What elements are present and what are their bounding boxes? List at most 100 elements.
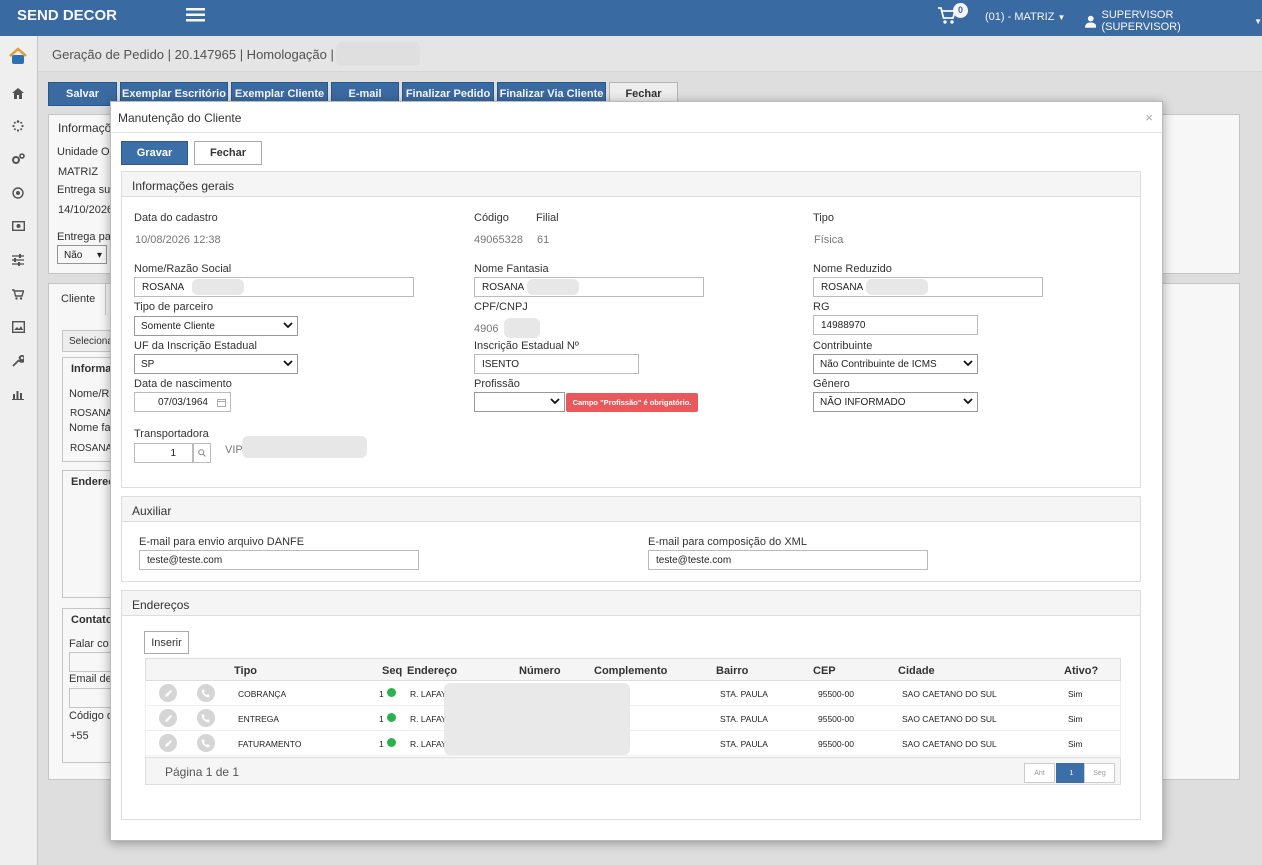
- next-page-button[interactable]: Seg: [1084, 763, 1115, 783]
- code-value: 49065328: [474, 234, 523, 246]
- col-number: Número: [519, 665, 561, 677]
- birth-date-value: 07/03/1964: [157, 397, 208, 408]
- type-value: Física: [814, 234, 844, 246]
- table-row[interactable]: ENTREGA 1 R. LAFAY STA. PAULA 95500-00 S…: [145, 706, 1121, 731]
- active-status-icon: [387, 713, 396, 722]
- cell-city: SAO CAETANO DO SUL: [902, 714, 997, 724]
- phone-icon[interactable]: [197, 709, 215, 727]
- chevron-down-icon: [283, 321, 293, 332]
- uf-label: UF da Inscrição Estadual: [134, 340, 257, 352]
- danfe-email-label: E-mail para envio arquivo DANFE: [139, 536, 305, 548]
- col-address: Endereço: [407, 665, 458, 677]
- redacted-block: [444, 683, 630, 755]
- contributor-select[interactable]: Não Contribuinte de ICMS: [813, 354, 978, 374]
- redacted-block: [866, 279, 928, 295]
- cell-address: R. LAFAY: [410, 739, 447, 749]
- table-footer: Página 1 de 1 Ant 1 Seg: [145, 757, 1121, 785]
- col-city: Cidade: [898, 665, 935, 677]
- rg-label: RG: [813, 301, 830, 313]
- col-complement: Complemento: [594, 665, 668, 677]
- cell-type: FATURAMENTO: [238, 739, 302, 749]
- phone-icon[interactable]: [197, 734, 215, 752]
- profession-error-tooltip: Campo "Profissão" é obrigatório.: [566, 393, 698, 412]
- table-row[interactable]: FATURAMENTO 1 R. LAFAY STA. PAULA 95500-…: [145, 731, 1121, 756]
- cell-zip: 95500-00: [818, 689, 854, 699]
- rg-input[interactable]: 14988970: [813, 315, 978, 335]
- fantasy-input[interactable]: ROSANA: [474, 277, 704, 297]
- active-status-icon: [387, 738, 396, 747]
- cell-city: SAO CAETANO DO SUL: [902, 739, 997, 749]
- modal-title: Manutenção do Cliente: [118, 111, 242, 125]
- code-label: Código: [474, 212, 509, 224]
- divider: [111, 132, 1162, 133]
- danfe-email-value: teste@teste.com: [147, 555, 223, 566]
- chevron-down-icon: [283, 359, 293, 370]
- chevron-down-icon: [550, 397, 560, 408]
- ie-label: Inscrição Estadual Nº: [474, 340, 579, 352]
- carrier-label: Transportadora: [134, 428, 209, 440]
- partner-type-label: Tipo de parceiro: [134, 301, 214, 313]
- close-icon[interactable]: ×: [1145, 110, 1153, 125]
- prev-page-button[interactable]: Ant: [1024, 763, 1055, 783]
- cell-active: Sim: [1068, 689, 1083, 699]
- calendar-icon[interactable]: [212, 392, 231, 412]
- edit-icon[interactable]: [159, 709, 177, 727]
- section-header: Endereços: [122, 591, 1140, 616]
- short-name-input[interactable]: ROSANA: [813, 277, 1043, 297]
- cell-seq: 1: [379, 739, 384, 749]
- insert-button[interactable]: Inserir: [144, 631, 189, 654]
- pagination-info: Página 1 de 1: [165, 765, 240, 779]
- col-zip: CEP: [813, 665, 836, 677]
- cpf-value: 4906: [474, 323, 499, 335]
- col-active: Ativo?: [1064, 665, 1099, 677]
- cpf-label: CPF/CNPJ: [474, 301, 528, 313]
- redacted-block: [527, 279, 579, 295]
- gender-select[interactable]: NÃO INFORMADO: [813, 392, 978, 412]
- xml-email-label: E-mail para composição do XML: [648, 536, 807, 548]
- page-1-button[interactable]: 1: [1056, 763, 1087, 783]
- redacted-block: [242, 436, 367, 458]
- cell-address: R. LAFAY: [410, 689, 447, 699]
- danfe-email-input[interactable]: teste@teste.com: [139, 550, 419, 570]
- carrier-code-value: 1: [170, 448, 176, 459]
- fantasy-label: Nome Fantasia: [474, 263, 549, 275]
- name-input[interactable]: ROSANA: [134, 277, 414, 297]
- edit-icon[interactable]: [159, 734, 177, 752]
- cell-seq: 1: [379, 689, 384, 699]
- col-district: Bairro: [716, 665, 749, 677]
- save-button[interactable]: Gravar: [121, 141, 188, 165]
- col-seq: Seq: [382, 665, 403, 677]
- profession-select[interactable]: [474, 392, 565, 412]
- client-maintenance-modal: Manutenção do Cliente × Gravar Fechar In…: [110, 101, 1163, 841]
- carrier-code-input[interactable]: 1: [134, 443, 193, 463]
- col-type: Tipo: [234, 665, 258, 677]
- cell-district: STA. PAULA: [720, 689, 768, 699]
- cell-active: Sim: [1068, 714, 1083, 724]
- branch-label: Filial: [536, 212, 559, 224]
- active-status-icon: [387, 688, 396, 697]
- gender-value: NÃO INFORMADO: [820, 397, 906, 408]
- uf-value: SP: [141, 359, 155, 370]
- edit-icon[interactable]: [159, 684, 177, 702]
- uf-select[interactable]: SP: [134, 354, 298, 374]
- cell-type: ENTREGA: [238, 714, 280, 724]
- phone-icon[interactable]: [197, 684, 215, 702]
- close-button[interactable]: Fechar: [194, 141, 262, 165]
- chevron-down-icon: [963, 359, 973, 370]
- cell-zip: 95500-00: [818, 739, 854, 749]
- gender-label: Gênero: [813, 378, 850, 390]
- short-name-label: Nome Reduzido: [813, 263, 892, 275]
- name-label: Nome/Razão Social: [134, 263, 232, 275]
- xml-email-input[interactable]: teste@teste.com: [648, 550, 928, 570]
- chevron-down-icon: [963, 397, 973, 408]
- search-icon[interactable]: [193, 443, 211, 463]
- ie-input[interactable]: ISENTO: [474, 354, 639, 374]
- partner-type-select[interactable]: Somente Cliente: [134, 316, 298, 336]
- rg-value: 14988970: [821, 320, 866, 331]
- partner-type-value: Somente Cliente: [141, 321, 215, 332]
- cell-district: STA. PAULA: [720, 714, 768, 724]
- table-row[interactable]: COBRANÇA 1 R. LAFAY STA. PAULA 95500-00 …: [145, 681, 1121, 706]
- contributor-value: Não Contribuinte de ICMS: [820, 359, 937, 370]
- auxiliary-section: Auxiliar E-mail para envio arquivo DANFE…: [121, 496, 1141, 582]
- cell-type: COBRANÇA: [238, 689, 287, 699]
